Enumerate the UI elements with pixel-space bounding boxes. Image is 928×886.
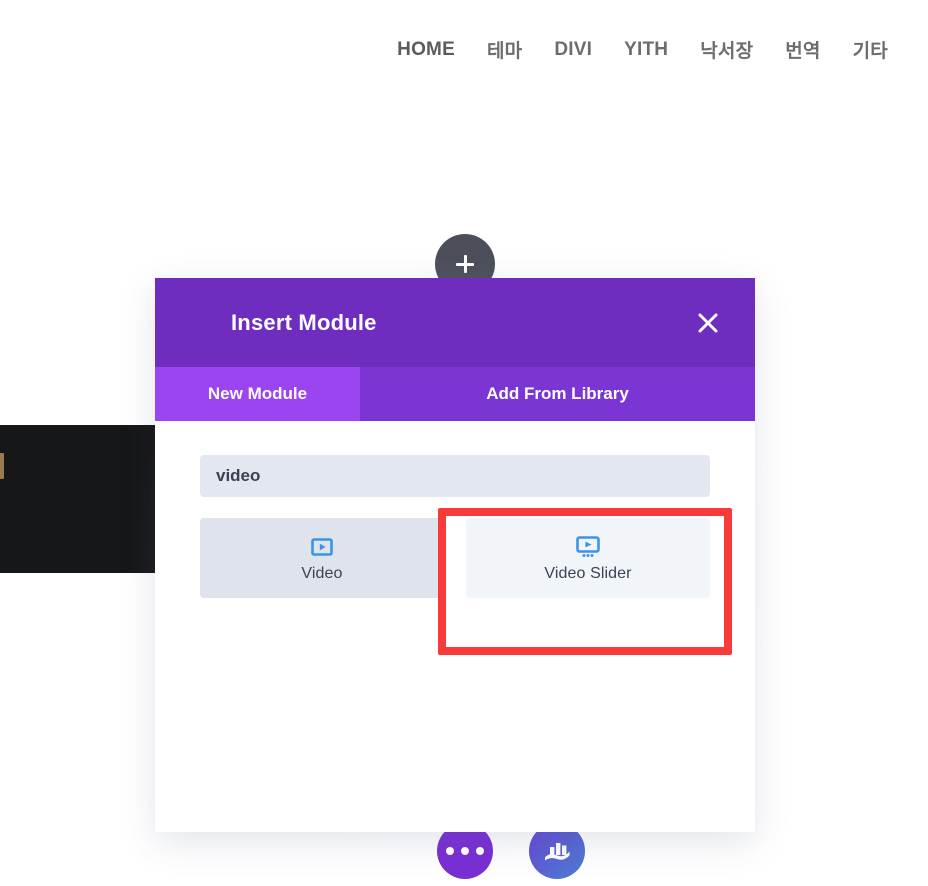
modal-header: Insert Module (155, 278, 755, 367)
video-play-glyph (311, 537, 333, 556)
video-play-icon (310, 534, 334, 560)
nav-item-translation[interactable]: 번역 (769, 36, 836, 63)
module-grid: Video Video Slider (200, 518, 710, 598)
page-root: HOME 테마 DIVI YITH 낙서장 번역 기타 Insert Modul… (0, 0, 928, 886)
nav-item-divi[interactable]: DIVI (538, 39, 608, 61)
close-x-glyph (698, 313, 718, 332)
divi-logo-icon (545, 843, 570, 861)
insert-module-modal: Insert Module New Module Add From Librar… (155, 278, 755, 832)
plus-icon-vertical (463, 255, 467, 273)
modal-title: Insert Module (231, 309, 377, 335)
module-tile-label: Video (301, 564, 343, 582)
main-navigation: HOME 테마 DIVI YITH 낙서장 번역 기타 (381, 36, 904, 63)
tab-add-from-library[interactable]: Add From Library (360, 367, 755, 421)
search-input[interactable] (200, 455, 710, 497)
content-marker (0, 453, 4, 479)
module-tile-label: Video Slider (544, 564, 632, 582)
video-slider-glyph (576, 535, 600, 557)
nav-item-theme[interactable]: 테마 (471, 36, 538, 63)
nav-item-yith[interactable]: YITH (608, 39, 684, 61)
modal-tabs: New Module Add From Library (155, 367, 755, 421)
modal-body: Video Video Slider (155, 421, 755, 832)
ellipsis-icon (446, 847, 484, 855)
module-tile-video[interactable]: Video (200, 518, 444, 598)
nav-item-home[interactable]: HOME (381, 39, 471, 61)
nav-item-notes[interactable]: 낙서장 (684, 36, 769, 63)
site-header: HOME 테마 DIVI YITH 낙서장 번역 기타 (0, 0, 928, 100)
nav-item-etc[interactable]: 기타 (837, 36, 904, 63)
tab-new-module[interactable]: New Module (155, 367, 360, 421)
module-tile-video-slider[interactable]: Video Slider (466, 518, 710, 598)
close-icon[interactable] (693, 308, 723, 338)
video-slider-icon (575, 534, 601, 560)
